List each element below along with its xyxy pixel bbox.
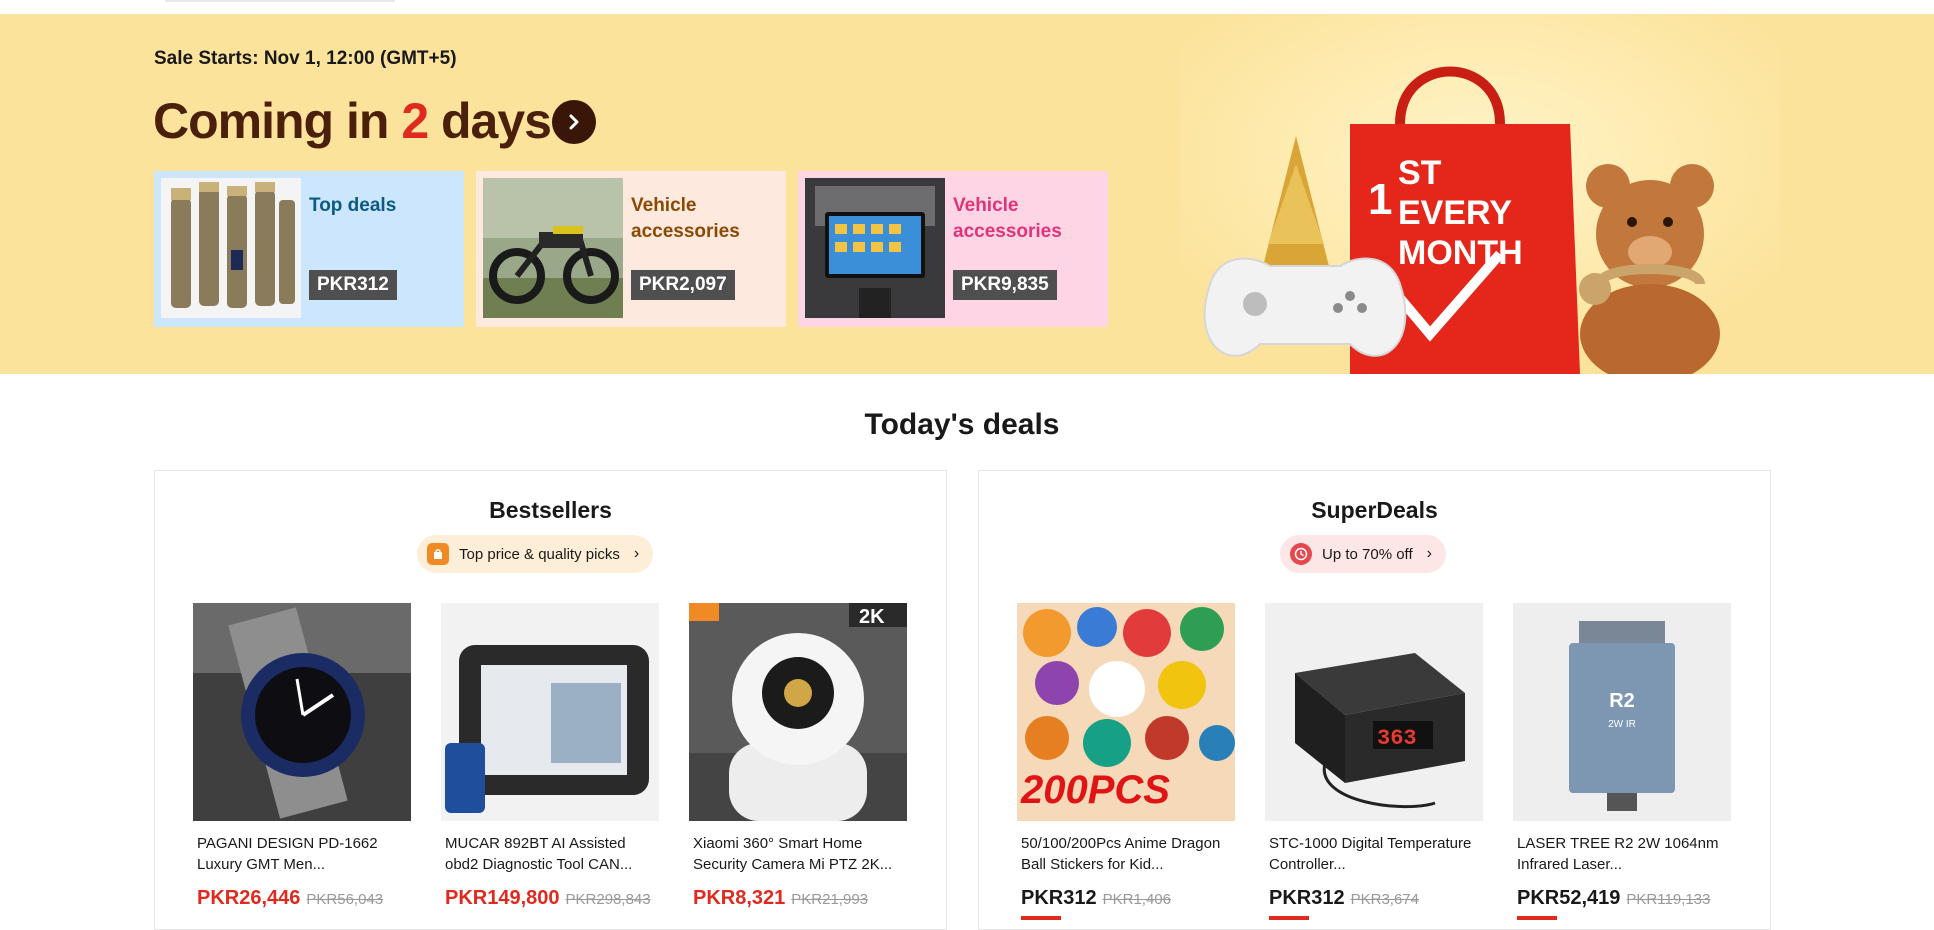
sale-start-text: Sale Starts: Nov 1, 12:00 (GMT+5) xyxy=(154,48,457,69)
product-old-price: PKR56,043 xyxy=(306,891,384,908)
clock-icon xyxy=(1290,543,1312,565)
stickers-product-image: 200PCS xyxy=(1017,603,1235,821)
laser-label-text: R2 xyxy=(1609,690,1635,712)
diagnostic-tool-product-image xyxy=(441,603,659,821)
category-card-vehicle-accessories[interactable]: Vehicle accessories PKR2,097 xyxy=(476,171,786,327)
product-card[interactable]: R2 2W IR LASER TREE R2 2W 1064nm Infrare… xyxy=(1513,603,1731,920)
superdeals-panel: SuperDeals Up to 70% off › 200PCS 50/100… xyxy=(978,470,1771,930)
product-price: PKR149,800 xyxy=(445,887,560,909)
countdown-suffix: days xyxy=(428,93,552,149)
product-card[interactable]: 2K Xiaomi 360° Smart Home Security Camer… xyxy=(689,603,907,910)
pill-label: Up to 70% off xyxy=(1322,545,1413,563)
category-card-vehicle-accessories-2[interactable]: Vehicle accessories PKR9,835 xyxy=(798,171,1108,327)
svg-text:1: 1 xyxy=(1368,175,1392,224)
pill-label: Top price & quality picks xyxy=(459,545,620,563)
category-card-top-deals[interactable]: Top deals PKR312 xyxy=(154,171,464,327)
countdown-prefix: Coming in xyxy=(153,93,402,149)
car-stereo-product-image xyxy=(805,178,945,318)
category-price: PKR2,097 xyxy=(631,270,735,300)
thermostat-product-image: 363 xyxy=(1265,603,1483,821)
product-old-price: PKR21,993 xyxy=(791,891,869,908)
product-card[interactable]: PAGANI DESIGN PD-1662 Luxury GMT Men... … xyxy=(193,603,411,910)
stickers-image-text: 200PCS xyxy=(1020,768,1170,812)
category-title: Vehicle accessories xyxy=(953,195,1062,242)
promo-banner[interactable]: Sale Starts: Nov 1, 12:00 (GMT+5) Coming… xyxy=(0,14,1934,374)
product-name: Xiaomi 360° Smart Home Security Camera M… xyxy=(693,835,893,873)
hero-illustration: 1 ST EVERY MONTH xyxy=(1180,14,1780,374)
up-to-70-off-pill-button[interactable]: Up to 70% off › xyxy=(1280,535,1446,573)
divider xyxy=(165,0,395,2)
category-title: Top deals xyxy=(309,195,397,216)
category-price: PKR312 xyxy=(309,270,397,300)
svg-text:ST: ST xyxy=(1398,154,1442,192)
thermostat-display-text: 363 xyxy=(1377,726,1417,751)
product-card[interactable]: 363 STC-1000 Digital Temperature Control… xyxy=(1265,603,1483,920)
countdown-heading: Coming in 2 days xyxy=(153,92,552,150)
product-name: LASER TREE R2 2W 1064nm Infrared Laser..… xyxy=(1517,835,1719,873)
chevron-right-icon: › xyxy=(1426,545,1432,562)
deal-indicator-bar xyxy=(1021,916,1061,920)
product-card[interactable]: MUCAR 892BT AI Assisted obd2 Diagnostic … xyxy=(441,603,659,910)
bestsellers-panel: Bestsellers Top price & quality picks › … xyxy=(154,470,947,930)
chevron-right-icon: › xyxy=(633,545,640,562)
category-title: Vehicle accessories xyxy=(631,195,740,242)
superdeals-title: SuperDeals xyxy=(1311,497,1438,523)
category-price: PKR9,835 xyxy=(953,270,1057,300)
product-name: STC-1000 Digital Temperature Controller.… xyxy=(1269,835,1472,873)
deal-indicator-bar xyxy=(1269,916,1309,920)
product-price: PKR52,419 xyxy=(1517,887,1621,909)
product-price: PKR26,446 xyxy=(197,887,301,909)
laser-module-product-image: R2 2W IR xyxy=(1513,603,1731,821)
product-name: PAGANI DESIGN PD-1662 Luxury GMT Men... xyxy=(197,835,378,873)
shopping-bag-icon xyxy=(427,543,449,565)
product-price: PKR312 xyxy=(1021,887,1097,909)
bestsellers-title: Bestsellers xyxy=(489,497,612,523)
laser-sublabel-text: 2W IR xyxy=(1608,719,1636,730)
product-old-price: PKR298,843 xyxy=(565,891,651,908)
trimmer-product-image xyxy=(161,178,301,318)
chevron-right-icon xyxy=(569,114,579,130)
deal-indicator-bar xyxy=(1517,916,1557,920)
product-price: PKR312 xyxy=(1269,887,1345,909)
top-strip xyxy=(0,0,1934,14)
product-name: MUCAR 892BT AI Assisted obd2 Diagnostic … xyxy=(445,835,633,873)
camera-badge-text: 2K xyxy=(859,606,885,628)
motorbike-product-image xyxy=(483,178,623,318)
product-name: 50/100/200Pcs Anime Dragon Ball Stickers… xyxy=(1021,835,1221,873)
countdown-arrow-button[interactable] xyxy=(552,100,596,144)
product-card[interactable]: 200PCS 50/100/200Pcs Anime Dragon Ball S… xyxy=(1017,603,1235,920)
product-price: PKR8,321 xyxy=(693,887,786,909)
countdown-number: 2 xyxy=(401,93,429,149)
product-old-price: PKR119,133 xyxy=(1626,891,1711,908)
svg-text:EVERY: EVERY xyxy=(1398,194,1512,232)
watch-product-image xyxy=(193,603,411,821)
product-old-price: PKR3,674 xyxy=(1350,891,1419,908)
todays-deals-title: Today's deals xyxy=(864,408,1060,441)
camera-product-image: 2K xyxy=(689,603,907,821)
product-old-price: PKR1,406 xyxy=(1102,891,1171,908)
svg-text:MONTH: MONTH xyxy=(1398,234,1523,272)
top-picks-pill-button[interactable]: Top price & quality picks › xyxy=(417,535,654,573)
